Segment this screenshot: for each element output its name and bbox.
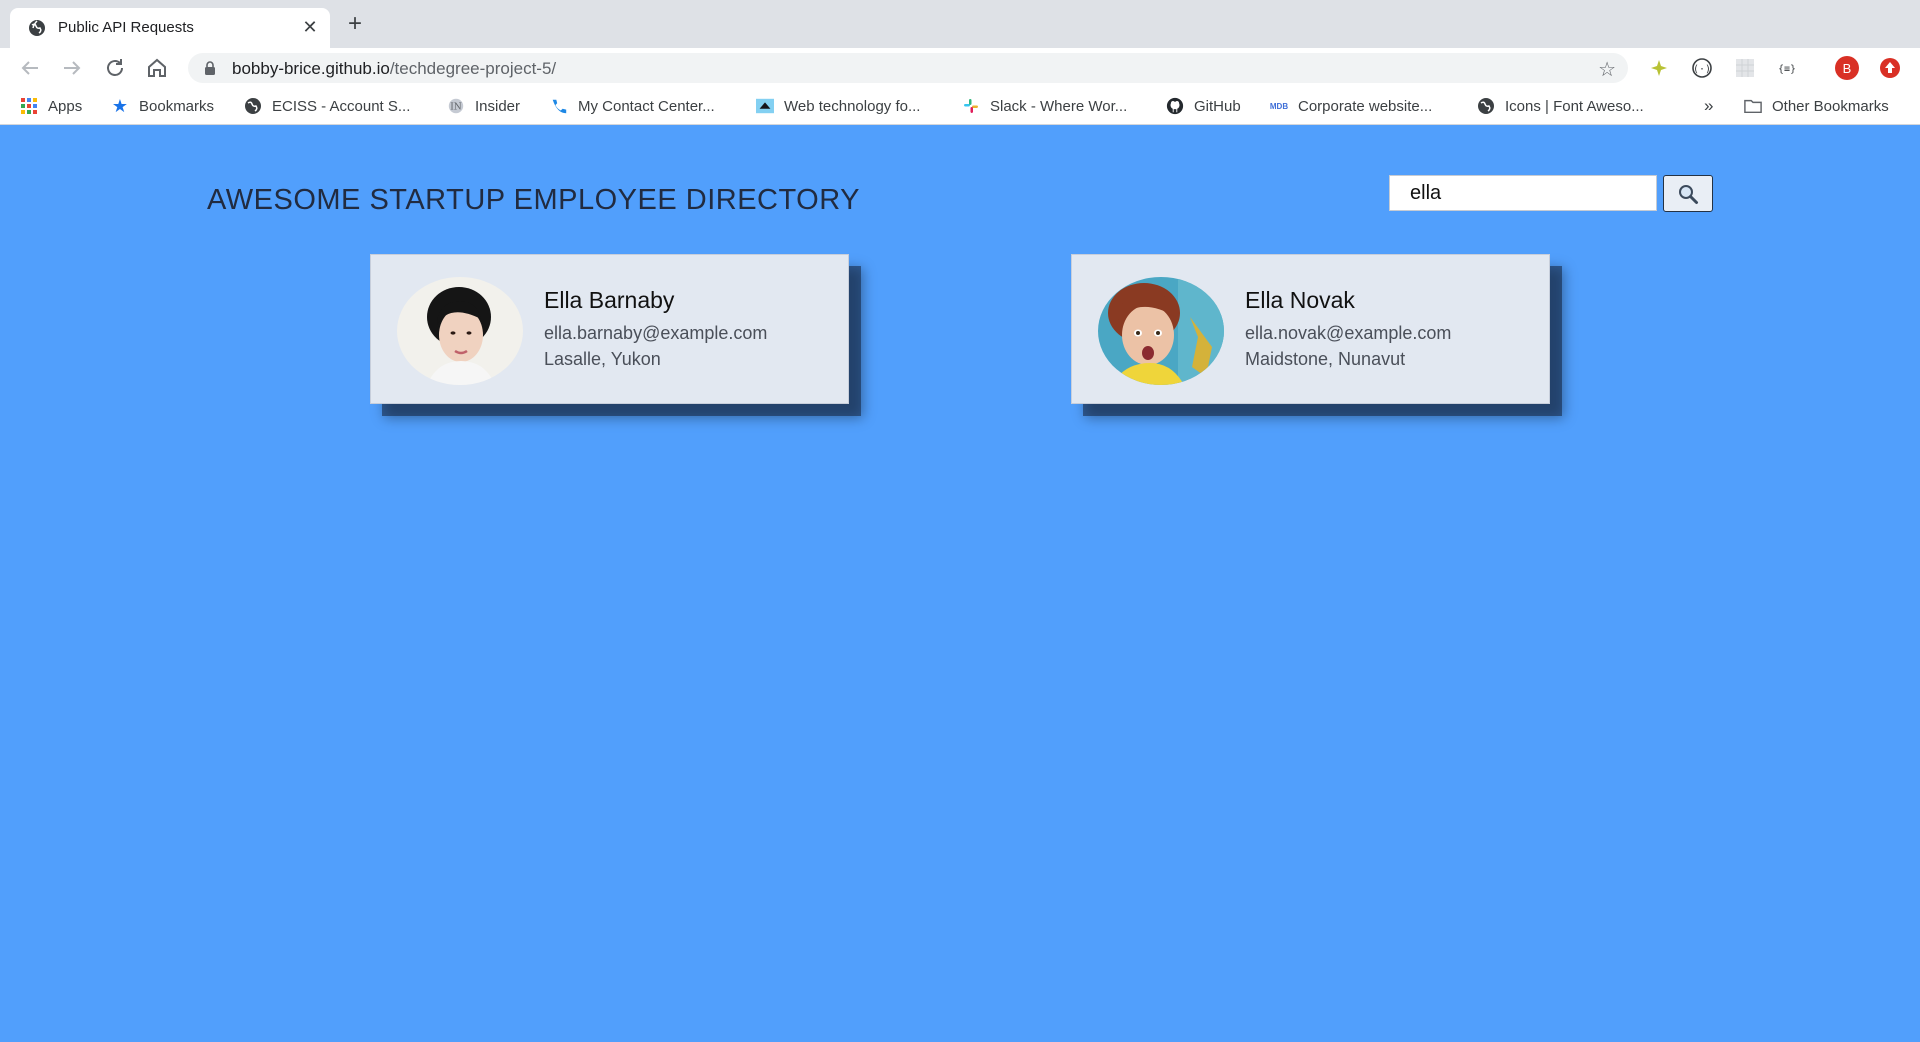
new-tab-button[interactable]: + [348,12,362,36]
employee-name: Ella Novak [1245,287,1355,313]
search-icon [1679,184,1698,204]
employee-card[interactable]: Ella Novak ella.novak@example.com Maidst… [1071,254,1550,404]
browser-tab[interactable]: Public API Requests ✕ [10,8,330,48]
bookmark-slack[interactable]: Slack - Where Wor... [962,95,1127,117]
bookmark-star-icon[interactable]: ☆ [1598,57,1616,82]
star-icon: ★ [111,95,129,116]
employee-email: ella.novak@example.com [1245,323,1452,343]
extension-grid-icon[interactable] [1733,56,1757,80]
bookmark-corporate-website[interactable]: MDB Corporate website... [1270,95,1432,117]
svg-text:{≡}: {≡} [1778,64,1796,75]
bookmark-bookmarks[interactable]: ★ Bookmarks [111,95,214,117]
back-arrow-icon[interactable] [18,56,42,80]
extension-code-icon[interactable]: (·) [1690,56,1714,80]
bookmarks-overflow-chevron-icon[interactable]: » [1704,95,1713,117]
globe-icon [244,97,262,115]
bookmark-apps[interactable]: Apps [20,95,82,117]
search-button[interactable] [1663,175,1713,212]
bookmark-eciss[interactable]: ECISS - Account S... [244,95,410,117]
bookmarks-bar: Apps ★ Bookmarks ECISS - Account S... IN… [0,88,1920,125]
bookmark-web-technology[interactable]: Web technology fo... [756,95,920,117]
bookmark-other-bookmarks[interactable]: Other Bookmarks [1744,95,1889,117]
browser-tab-strip: Public API Requests ✕ + [0,0,1920,48]
svg-text:IN: IN [450,103,462,113]
apps-grid-icon [20,97,38,115]
employee-location: Lasalle, Yukon [544,349,661,369]
bookmark-insider[interactable]: IN Insider [447,95,520,117]
home-icon[interactable] [145,56,169,80]
reload-icon[interactable] [103,56,127,80]
lock-icon [205,61,215,75]
extension-sparkle-icon[interactable] [1647,56,1671,80]
search-input[interactable] [1389,175,1657,211]
svg-text:(·): (·) [1693,64,1711,75]
extension-json-icon[interactable]: {≡} [1775,56,1799,80]
bookmark-contact-center[interactable]: My Contact Center... [550,95,715,117]
forward-arrow-icon[interactable] [60,56,84,80]
employee-name: Ella Barnaby [544,287,675,313]
github-icon [1166,97,1184,115]
browser-toolbar: bobby-brice.github.io/techdegree-project… [0,48,1920,88]
phone-icon [550,97,568,115]
avatar [397,277,523,385]
folder-icon [1744,97,1762,115]
employee-location: Maidstone, Nunavut [1245,349,1406,369]
tab-title: Public API Requests [58,19,194,36]
page-title: AWESOME STARTUP EMPLOYEE DIRECTORY [207,184,860,216]
update-arrow-icon[interactable] [1878,56,1902,80]
avatar [1098,277,1224,385]
url-text: bobby-brice.github.io/techdegree-project… [232,59,557,78]
bookmark-font-awesome[interactable]: Icons | Font Aweso... [1477,95,1644,117]
slack-icon [962,97,980,115]
insider-icon: IN [447,97,465,115]
mdn-icon [756,97,774,115]
mdb-icon: MDB [1269,101,1289,111]
employee-card[interactable]: Ella Barnaby ella.barnaby@example.com La… [370,254,849,404]
globe-icon [29,20,45,36]
bookmark-github[interactable]: GitHub [1166,95,1241,117]
address-bar[interactable]: bobby-brice.github.io/techdegree-project… [188,53,1628,83]
tab-close-icon[interactable]: ✕ [300,16,320,38]
profile-avatar[interactable]: B [1835,56,1859,80]
globe-icon [1477,97,1495,115]
employee-email: ella.barnaby@example.com [544,323,768,343]
